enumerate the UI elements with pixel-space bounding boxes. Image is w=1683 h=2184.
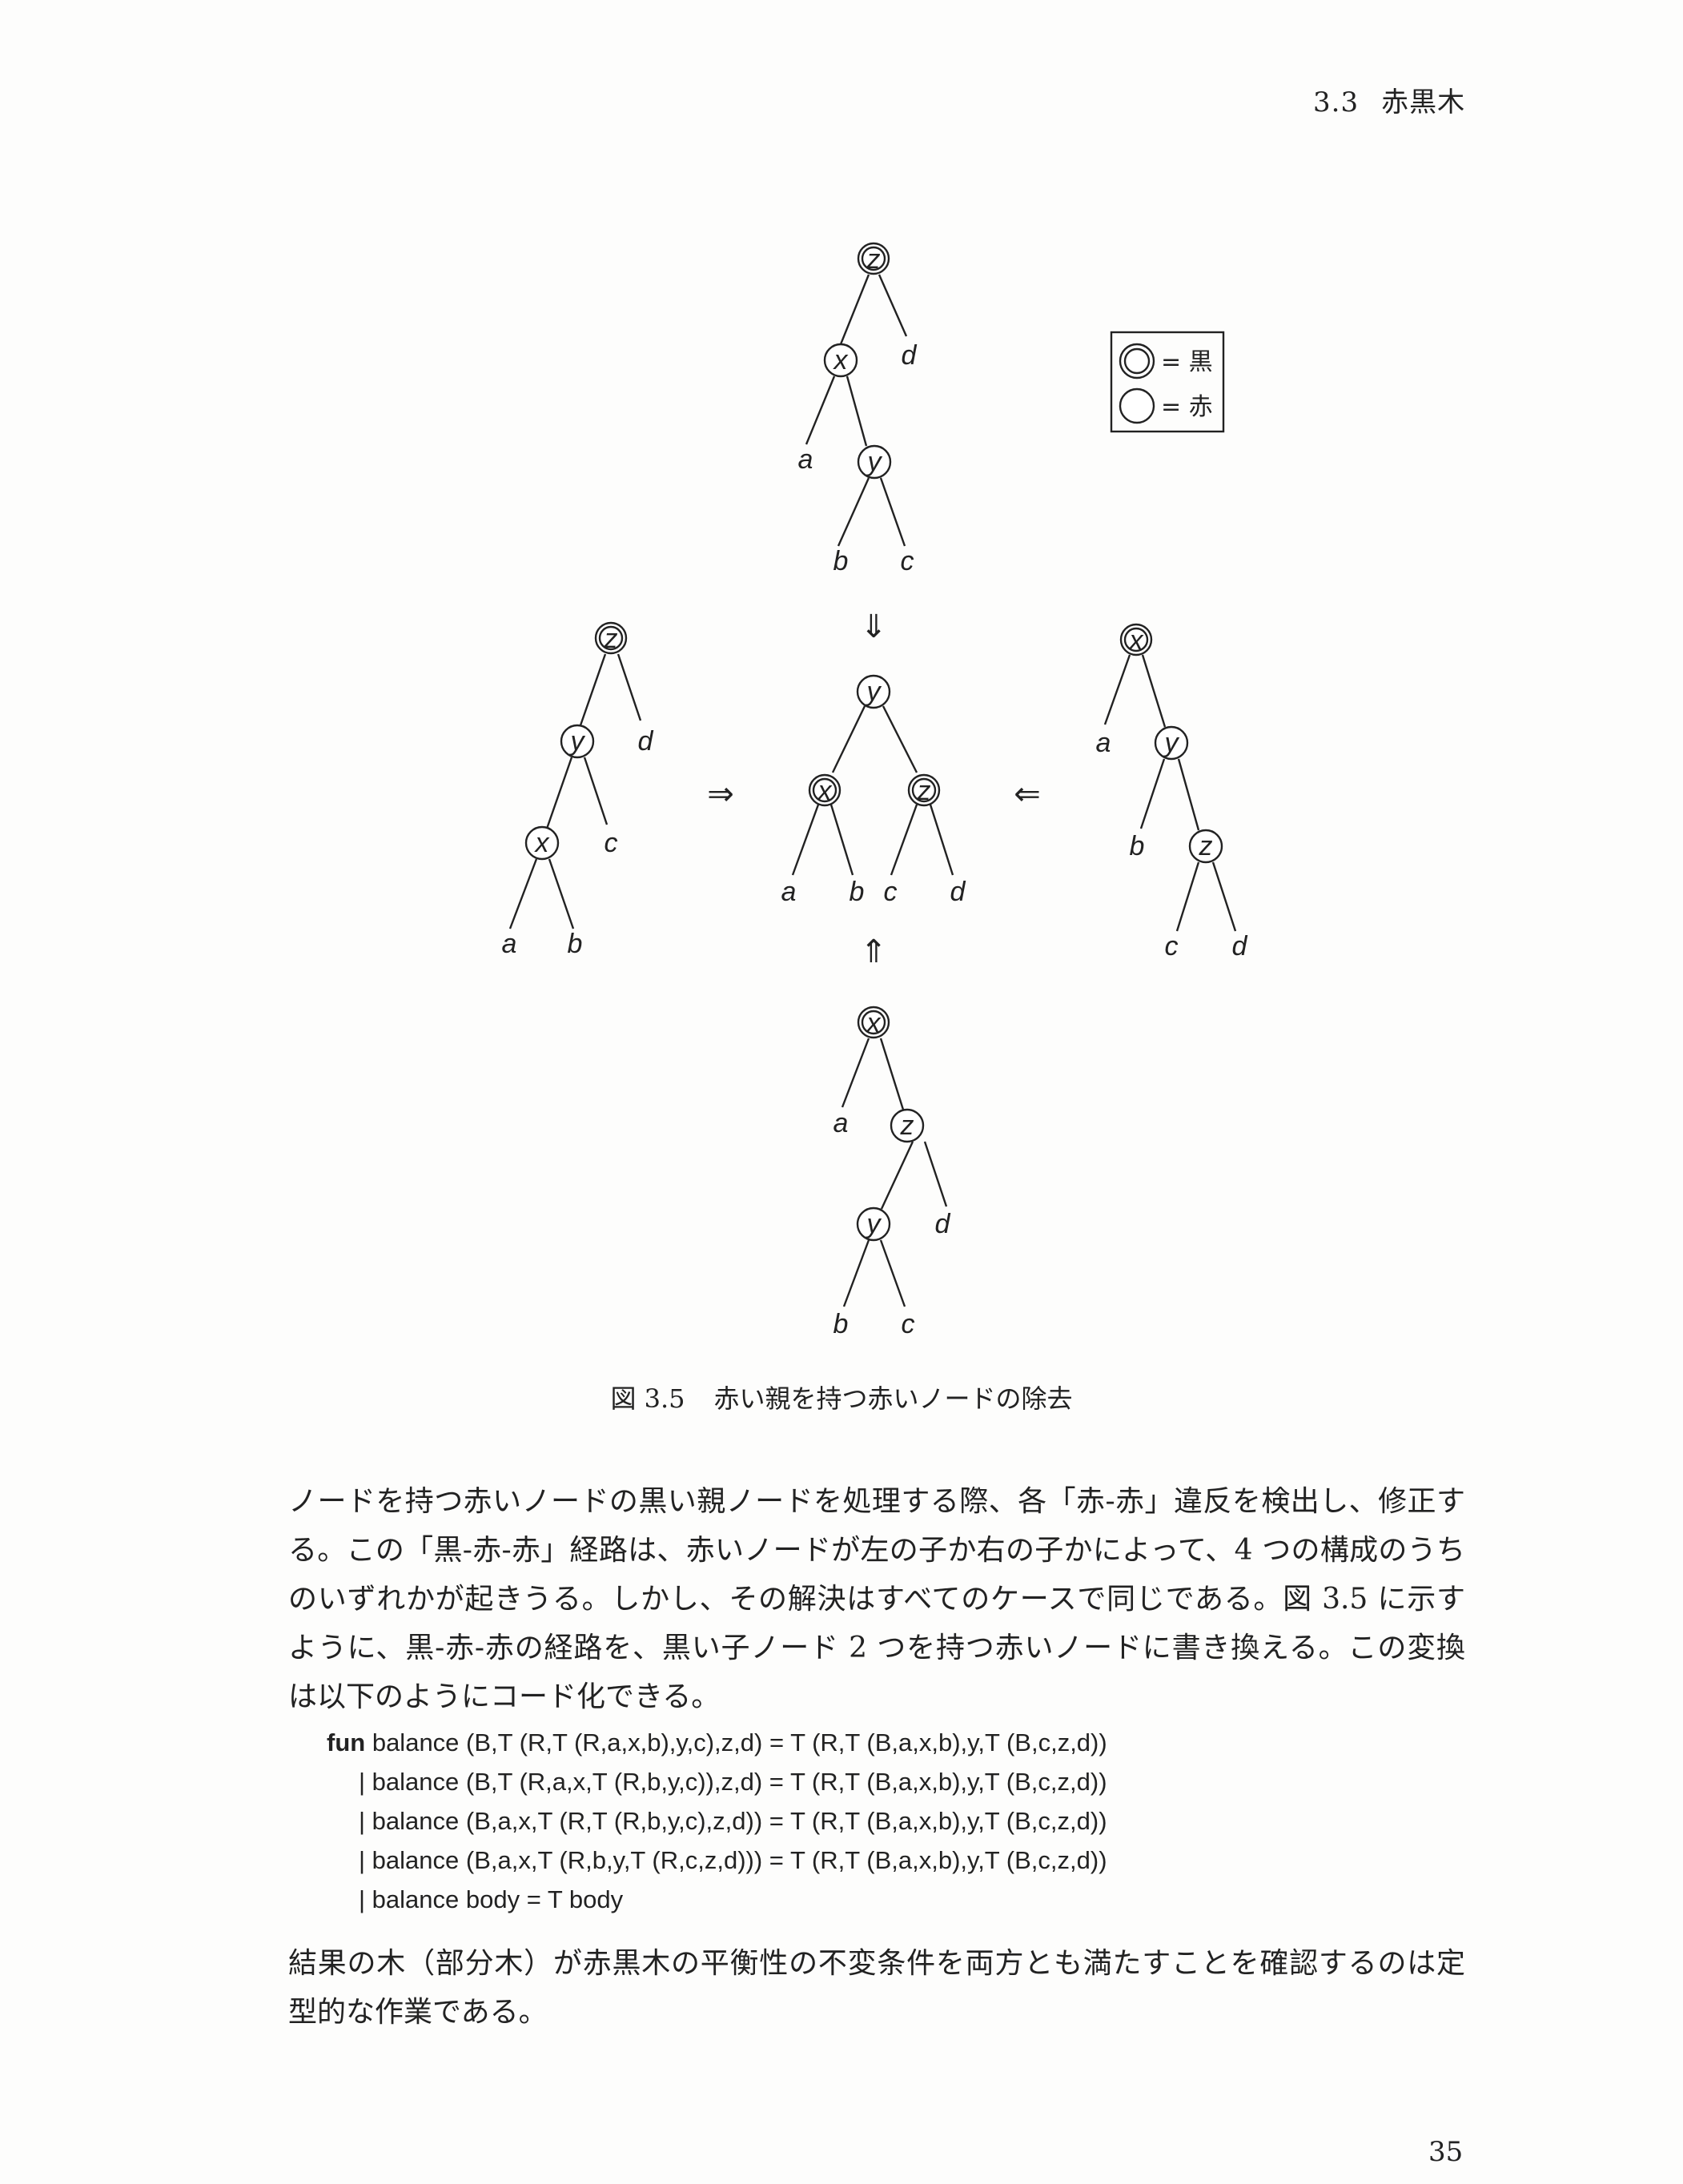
- leaf-label: b: [568, 929, 583, 959]
- node-black: z: [594, 621, 628, 655]
- leaf-label: b: [1130, 831, 1145, 861]
- arrow-left: ⇐: [1014, 776, 1041, 813]
- node-red: x: [823, 343, 858, 378]
- code-line-5: | balance body = T body: [359, 1885, 624, 1913]
- leaf-label: d: [1232, 931, 1248, 962]
- arrow-down: ⇓: [860, 608, 887, 645]
- leaf-label: a: [798, 444, 813, 475]
- leaf-label: c: [902, 1309, 915, 1339]
- svg-text:z: z: [1199, 831, 1213, 861]
- code-line-2: | balance (B,T (R,a,x,T (R,b,y,c)),z,d) …: [359, 1768, 1107, 1796]
- code-line-1-text: balance (B,T (R,T (R,a,x,b),y,c),z,d) = …: [372, 1728, 1107, 1756]
- tree-top: z x y a b c d: [798, 242, 918, 576]
- leaf-label: d: [950, 877, 966, 907]
- svg-text:x: x: [534, 828, 550, 858]
- node-black: x: [857, 1006, 890, 1039]
- svg-text:z: z: [604, 624, 618, 654]
- leaf-label: c: [884, 877, 898, 907]
- leaf-label: a: [781, 877, 797, 907]
- tree-edges: [508, 274, 1237, 1307]
- arrow-up: ⇑: [860, 933, 887, 970]
- node-red: y: [560, 724, 595, 759]
- legend-black-label: = 黒: [1161, 348, 1213, 376]
- node-black: x: [808, 773, 842, 807]
- svg-text:x: x: [866, 1008, 882, 1038]
- tree-left: z y x a b c d: [502, 621, 654, 959]
- node-black: z: [857, 242, 890, 275]
- svg-text:z: z: [917, 776, 931, 806]
- leaf-label: d: [935, 1209, 951, 1239]
- body-paragraph-1: ノードを持つ赤いノードの黒い親ノードを処理する際、各「赤-赤」違反を検出し、修正…: [288, 1485, 1465, 1713]
- tree-right: x y z a b c d: [1096, 623, 1248, 962]
- svg-text:z: z: [900, 1110, 914, 1141]
- svg-text:x: x: [817, 776, 833, 806]
- node-red: y: [856, 674, 891, 709]
- body-paragraph-2: 結果の木（部分木）が赤黒木の平衡性の不変条件を両方とも満たすことを確認するのは定…: [288, 1947, 1465, 2029]
- code-block: fun balance (B,T (R,T (R,a,x,b),y,c),z,d…: [327, 1723, 1107, 1919]
- node-red: z: [890, 1108, 925, 1143]
- node-red: z: [1188, 829, 1223, 864]
- svg-text:y: y: [866, 676, 882, 707]
- svg-text:y: y: [866, 447, 883, 477]
- leaf-label: a: [1096, 728, 1111, 758]
- leaf-label: b: [833, 1309, 849, 1339]
- leaf-label: b: [850, 877, 865, 907]
- tree-center: y x z a b c d: [781, 674, 966, 907]
- leaf-label: a: [833, 1108, 849, 1138]
- arrow-right: ⇒: [707, 776, 734, 813]
- figure-number: 図 3.5: [610, 1383, 685, 1414]
- node-red: x: [524, 825, 560, 861]
- leaf-label: d: [638, 726, 654, 757]
- leaf-label: c: [901, 546, 914, 576]
- node-black: z: [907, 773, 941, 807]
- legend-black-swatch: [1119, 343, 1155, 379]
- code-keyword: fun: [327, 1728, 366, 1756]
- svg-text:x: x: [833, 345, 849, 375]
- svg-text:y: y: [569, 726, 586, 757]
- code-line-1: fun balance (B,T (R,T (R,a,x,b),y,c),z,d…: [327, 1723, 1107, 1762]
- leaf-label: c: [605, 828, 618, 858]
- svg-text:x: x: [1128, 625, 1144, 656]
- node-red: y: [856, 1206, 891, 1242]
- node-red: y: [857, 444, 892, 480]
- figure-caption: 図 3.5 赤い親を持つ赤いノードの除去: [0, 1379, 1683, 1415]
- code-line-3: | balance (B,a,x,T (R,T (R,b,y,c),z,d)) …: [359, 1807, 1107, 1835]
- page-number: 35: [1428, 2136, 1464, 2168]
- svg-text:z: z: [866, 244, 881, 275]
- legend-red-label: = 赤: [1161, 393, 1213, 421]
- red-black-balance-figure: z x y a b c d = 黒 = 赤 z y x a b c d y x …: [502, 242, 1248, 1339]
- figure-caption-text: 赤い親を持つ赤いノードの除去: [713, 1383, 1073, 1414]
- svg-text:y: y: [866, 1209, 882, 1239]
- legend-box: = 黒 = 赤: [1110, 331, 1225, 433]
- node-black: x: [1119, 623, 1153, 656]
- leaf-label: c: [1165, 931, 1179, 962]
- leaf-label: d: [902, 340, 918, 371]
- svg-text:y: y: [1163, 728, 1180, 758]
- node-red: y: [1154, 725, 1189, 761]
- legend-red-swatch: [1119, 387, 1155, 424]
- leaf-label: b: [833, 546, 849, 576]
- leaf-label: a: [502, 929, 517, 959]
- code-line-4: | balance (B,a,x,T (R,b,y,T (R,c,z,d))) …: [359, 1846, 1107, 1874]
